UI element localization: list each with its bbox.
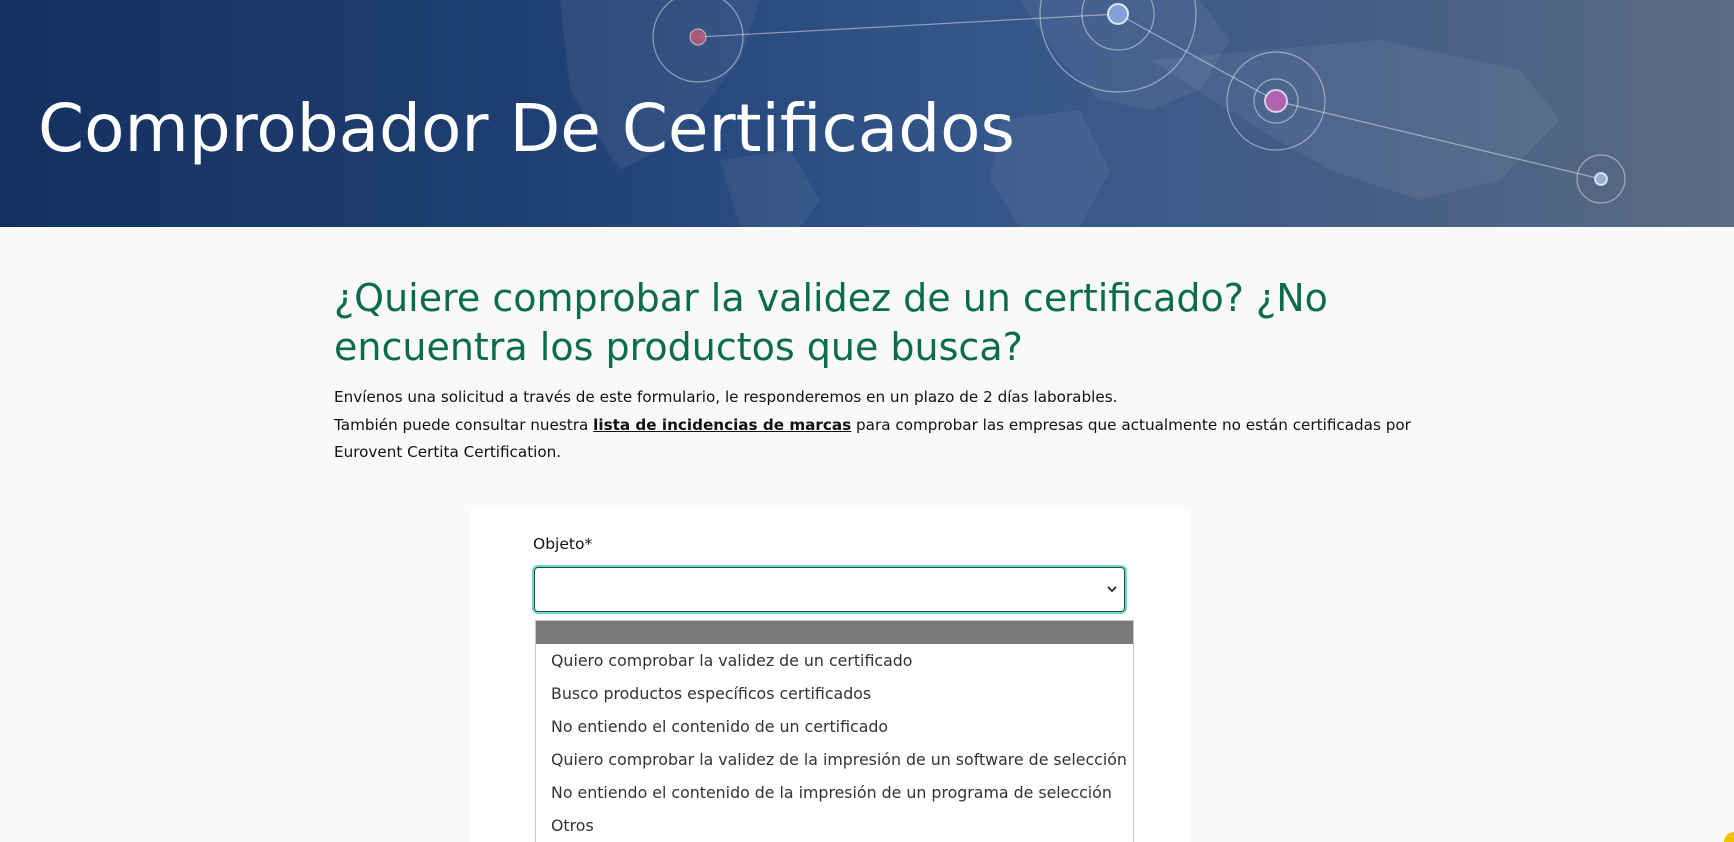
intro-heading: ¿Quiere comprobar la validez de un certi… (334, 276, 1328, 369)
dropdown-option-certified-products[interactable]: Busco productos específicos certificados (536, 677, 1133, 710)
dropdown-option-selection-print-content[interactable]: No entiendo el contenido de la impresión… (536, 776, 1133, 809)
chat-widget-icon[interactable] (1724, 832, 1734, 842)
dropdown-option-certificate-content[interactable]: No entiendo el contenido de un certifica… (536, 710, 1133, 743)
page-title: Comprobador De Certificados (38, 90, 1015, 167)
intro-line-1: Envíenos una solicitud a través de este … (334, 388, 1118, 406)
chevron-down-icon (1107, 586, 1117, 592)
intro-line-2-start: También puede consultar nuestra (334, 415, 589, 434)
object-field-label: Objeto* (533, 535, 593, 553)
dropdown-option-verify-software-print[interactable]: Quiero comprobar la validez de la impres… (536, 743, 1133, 776)
brand-incidents-link[interactable]: lista de incidencias de marcas (593, 416, 851, 434)
dropdown-option-other[interactable]: Otros (536, 809, 1133, 842)
dropdown-option-verify-certificate[interactable]: Quiero comprobar la validez de un certif… (536, 644, 1133, 677)
dropdown-option-empty[interactable] (536, 621, 1133, 644)
object-dropdown-list[interactable]: Quiero comprobar la validez de un certif… (535, 620, 1134, 842)
hero-banner: Comprobador De Certificados (0, 0, 1734, 227)
intro-paragraph: Envíenos una solicitud a través de este … (334, 384, 1434, 467)
intro-section: ¿Quiere comprobar la validez de un certi… (334, 274, 1434, 467)
request-form-card: Objeto* Quiero comprobar la validez de u… (471, 508, 1191, 842)
object-select[interactable] (534, 567, 1125, 612)
